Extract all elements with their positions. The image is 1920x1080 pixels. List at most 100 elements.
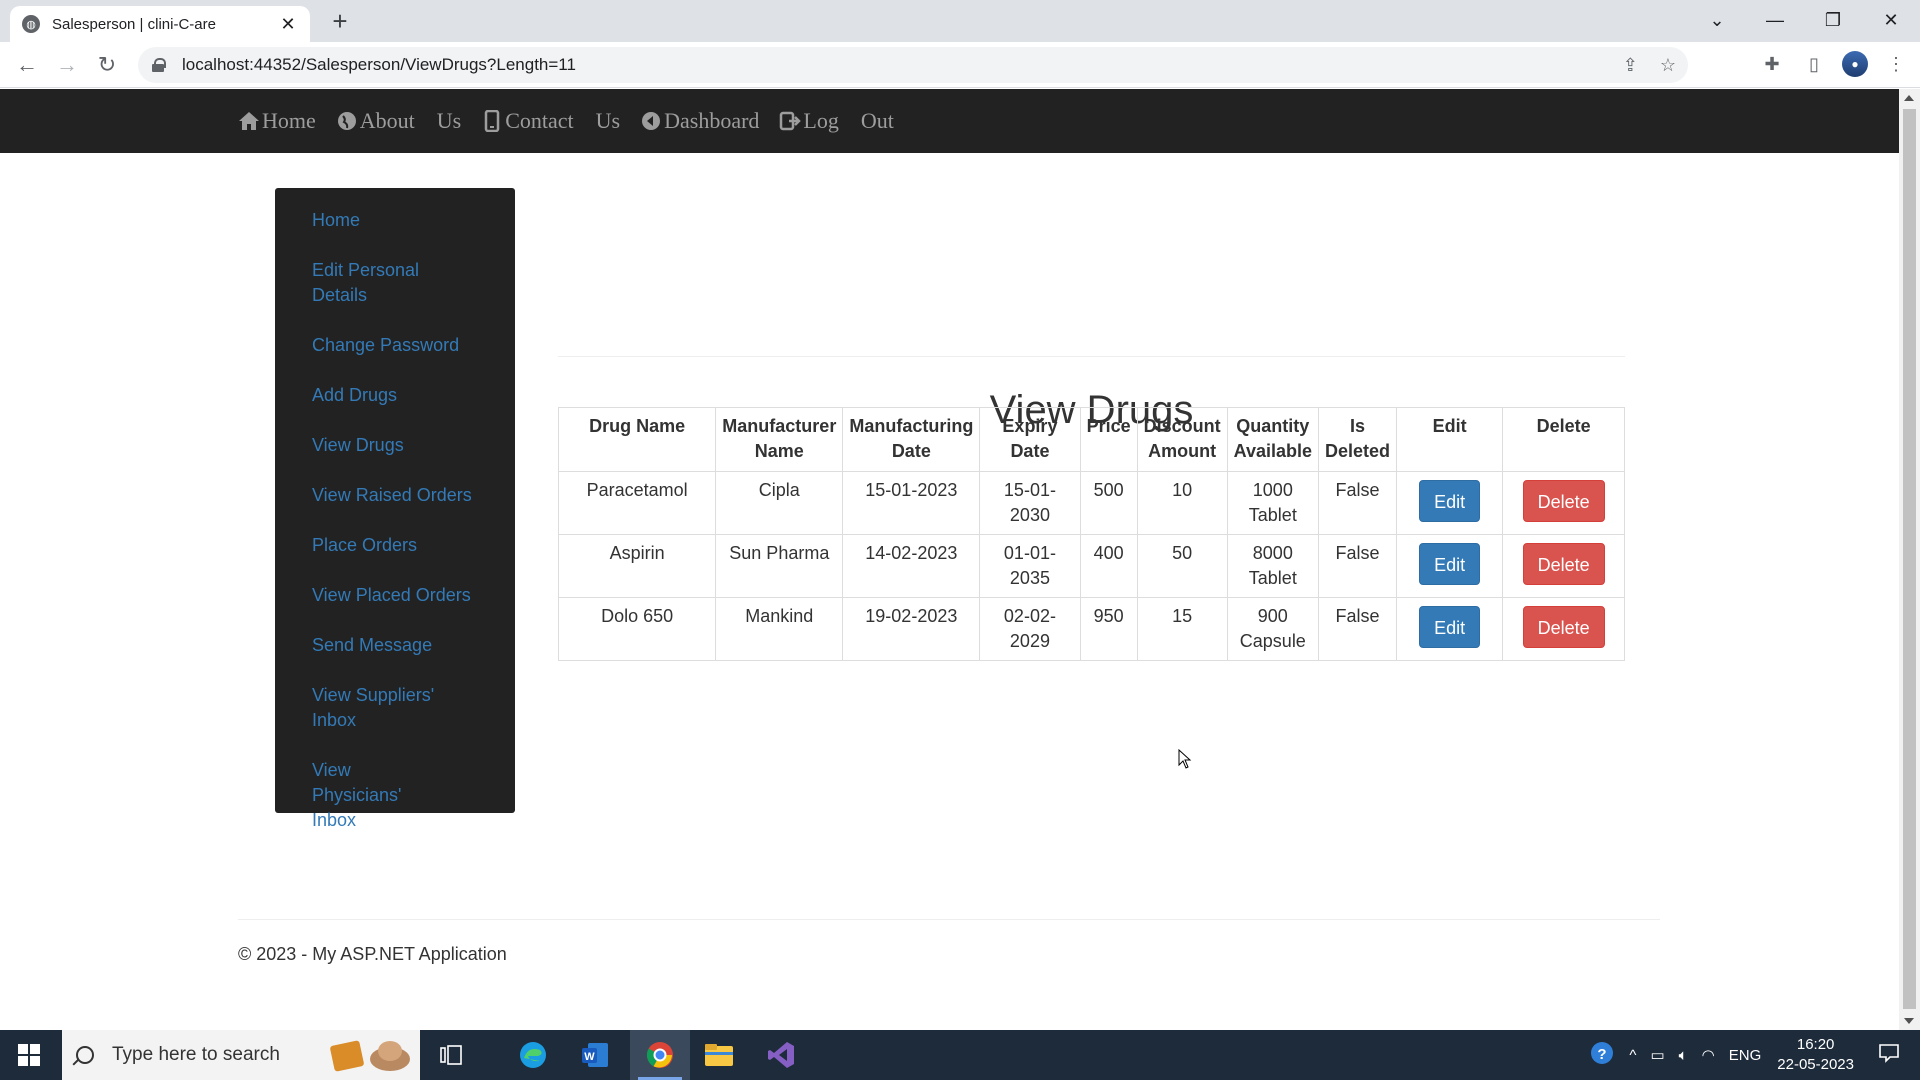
column-header: Price bbox=[1079, 407, 1138, 472]
sidebar-item-add-drugs[interactable]: Add Drugs bbox=[275, 383, 515, 408]
minimize-icon[interactable]: — bbox=[1746, 0, 1804, 40]
sidebar-item-view-drugs[interactable]: View Drugs bbox=[275, 433, 515, 458]
sidebar: Home Edit Personal Details Change Passwo… bbox=[275, 188, 515, 830]
sidebar-item-home[interactable]: Home bbox=[275, 208, 515, 233]
new-tab-button[interactable]: + bbox=[325, 6, 355, 36]
url-text[interactable]: localhost:44352/Salesperson/ViewDrugs?Le… bbox=[182, 55, 576, 75]
sidebar-item-view-raised-orders[interactable]: View Raised Orders bbox=[275, 483, 515, 508]
start-button[interactable] bbox=[0, 1030, 58, 1080]
page-viewport: Home About Us Contact Us Dashboard Log O… bbox=[0, 89, 1899, 1030]
word-icon[interactable]: W bbox=[578, 1038, 612, 1072]
delete-button[interactable]: Delete bbox=[1522, 543, 1605, 585]
delete-button[interactable]: Delete bbox=[1522, 606, 1605, 648]
network-icon[interactable]: ◠ bbox=[1702, 1046, 1715, 1064]
system-tray: ? ^ ▭ 🔈︎ ◠ ENG 16:20 22-05-2023 bbox=[1589, 1030, 1920, 1080]
menu-icon[interactable]: ⋮ bbox=[1882, 50, 1910, 78]
taskbar-search[interactable]: Type here to search bbox=[62, 1030, 420, 1080]
sidebar-item-edit-personal-details[interactable]: Edit Personal Details bbox=[275, 258, 515, 308]
restore-icon[interactable]: ❐ bbox=[1804, 0, 1862, 40]
is-deleted-cell: False bbox=[1317, 597, 1398, 661]
back-icon[interactable]: ← bbox=[12, 50, 42, 80]
scroll-down-icon[interactable] bbox=[1904, 1018, 1914, 1024]
nav-logout[interactable]: Log Out bbox=[779, 108, 894, 134]
top-nav-links: Home About Us Contact Us Dashboard Log O… bbox=[238, 89, 914, 153]
price-cell: 950 bbox=[1079, 597, 1138, 661]
edit-button[interactable]: Edit bbox=[1419, 543, 1481, 585]
expiry-date-cell: 02-02-2029 bbox=[979, 597, 1081, 661]
browser-tab[interactable]: ◍ Salesperson | clini-C-are ✕ bbox=[10, 6, 310, 42]
clock-time: 16:20 bbox=[1796, 1036, 1835, 1053]
clock[interactable]: 16:20 22-05-2023 bbox=[1777, 1035, 1854, 1075]
is-deleted-cell: False bbox=[1317, 471, 1398, 535]
help-icon[interactable]: ? bbox=[1589, 1040, 1615, 1070]
bookmark-star-icon[interactable]: ☆ bbox=[1660, 55, 1676, 76]
mfg-date-cell: 19-02-2023 bbox=[842, 597, 981, 661]
edge-browser-icon[interactable] bbox=[516, 1038, 550, 1072]
nav-home[interactable]: Home bbox=[238, 108, 316, 134]
manufacturer-cell: Mankind bbox=[715, 597, 844, 661]
battery-icon[interactable]: ▭ bbox=[1650, 1046, 1664, 1064]
svg-text:W: W bbox=[584, 1051, 595, 1063]
drug-name-cell: Paracetamol bbox=[557, 471, 717, 535]
drug-name-cell: Dolo 650 bbox=[557, 597, 717, 661]
edit-cell: Edit bbox=[1396, 471, 1504, 535]
window-controls: ⌄ — ❐ ✕ bbox=[1688, 0, 1920, 40]
mfg-date-cell: 14-02-2023 bbox=[842, 534, 981, 598]
nav-contact[interactable]: Contact Us bbox=[481, 108, 620, 134]
sidebar-item-send-message[interactable]: Send Message bbox=[275, 633, 515, 658]
reload-icon[interactable]: ↻ bbox=[92, 50, 122, 80]
table-row: Dolo 650 Mankind 19-02-2023 02-02-2029 9… bbox=[557, 597, 1625, 661]
notifications-icon[interactable] bbox=[1878, 1043, 1900, 1067]
sidebar-item-view-placed-orders[interactable]: View Placed Orders bbox=[275, 583, 515, 608]
top-navbar: Home About Us Contact Us Dashboard Log O… bbox=[0, 89, 1899, 153]
phone-icon bbox=[481, 110, 503, 132]
drugs-table: Drug Name Manufacturer Name Manufacturin… bbox=[557, 407, 1625, 661]
toolbar-icons: ✚ ▯ ● ⋮ bbox=[1758, 50, 1910, 78]
mfg-date-cell: 15-01-2023 bbox=[842, 471, 981, 535]
task-view-icon[interactable] bbox=[434, 1038, 468, 1072]
nav-about[interactable]: About Us bbox=[336, 108, 461, 134]
address-bar: ← → ↻ localhost:44352/Salesperson/ViewDr… bbox=[0, 42, 1920, 88]
file-explorer-icon[interactable] bbox=[702, 1038, 736, 1072]
expiry-date-cell: 01-01-2035 bbox=[979, 534, 1081, 598]
close-window-icon[interactable]: ✕ bbox=[1862, 0, 1920, 40]
column-header: Delete bbox=[1502, 407, 1625, 472]
taskbar: Type here to search W ? ^ ▭ 🔈︎ ◠ ENG 16:… bbox=[0, 1030, 1920, 1080]
nav-dashboard[interactable]: Dashboard bbox=[640, 108, 759, 134]
forward-icon[interactable]: → bbox=[52, 50, 82, 80]
share-icon[interactable]: ⇪ bbox=[1623, 55, 1638, 76]
tab-search-icon[interactable]: ⌄ bbox=[1688, 0, 1746, 40]
side-panel-icon[interactable]: ▯ bbox=[1800, 50, 1828, 78]
close-tab-icon[interactable]: ✕ bbox=[278, 14, 298, 35]
page-scrollbar[interactable] bbox=[1899, 89, 1920, 1030]
discount-cell: 10 bbox=[1136, 471, 1228, 535]
sidebar-item-view-suppliers-inbox[interactable]: View Suppliers' Inbox bbox=[275, 683, 475, 733]
delete-button[interactable]: Delete bbox=[1522, 480, 1605, 522]
scroll-thumb[interactable] bbox=[1903, 109, 1916, 1009]
sidebar-item-view-physicians-inbox[interactable]: View Physicians' Inbox bbox=[275, 758, 475, 833]
lock-icon[interactable] bbox=[152, 58, 166, 72]
column-header: Manufacturing Date bbox=[842, 407, 981, 472]
url-field[interactable]: localhost:44352/Salesperson/ViewDrugs?Le… bbox=[138, 47, 1688, 83]
divider bbox=[558, 356, 1625, 357]
footer-divider bbox=[238, 919, 1660, 920]
volume-icon[interactable]: 🔈︎ bbox=[1679, 1047, 1688, 1064]
edit-button[interactable]: Edit bbox=[1419, 480, 1481, 522]
is-deleted-cell: False bbox=[1317, 534, 1398, 598]
delete-cell: Delete bbox=[1502, 534, 1625, 598]
show-hidden-icons-icon[interactable]: ^ bbox=[1629, 1047, 1636, 1064]
scroll-up-icon[interactable] bbox=[1904, 95, 1914, 101]
sidebar-item-change-password[interactable]: Change Password bbox=[275, 333, 515, 358]
quantity-cell: 900 Capsule bbox=[1226, 597, 1320, 661]
windows-icon bbox=[18, 1044, 40, 1066]
chrome-icon[interactable] bbox=[643, 1038, 677, 1072]
extensions-icon[interactable]: ✚ bbox=[1758, 50, 1786, 78]
edit-cell: Edit bbox=[1396, 534, 1504, 598]
sidebar-item-place-orders[interactable]: Place Orders bbox=[275, 533, 515, 558]
search-placeholder: Type here to search bbox=[112, 1044, 280, 1065]
delete-cell: Delete bbox=[1502, 597, 1625, 661]
profile-avatar[interactable]: ● bbox=[1842, 51, 1868, 77]
visual-studio-icon[interactable] bbox=[764, 1038, 798, 1072]
language-indicator[interactable]: ENG bbox=[1729, 1047, 1762, 1064]
edit-button[interactable]: Edit bbox=[1419, 606, 1481, 648]
